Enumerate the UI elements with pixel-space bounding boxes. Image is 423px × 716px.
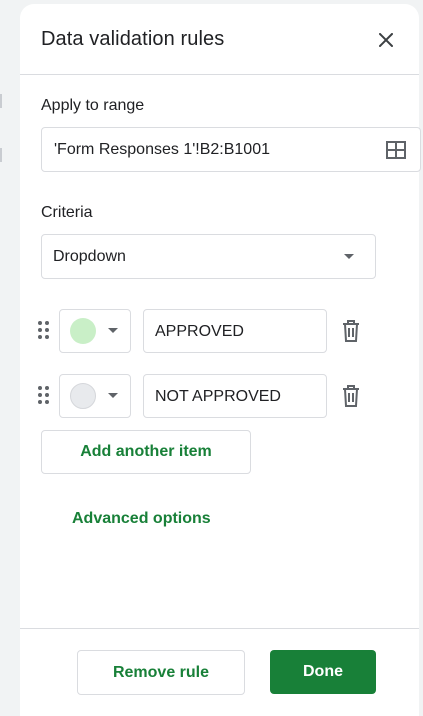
item-color-picker[interactable]: [59, 309, 131, 353]
item-value: NOT APPROVED: [155, 388, 281, 405]
drag-handle-icon[interactable]: [38, 386, 50, 406]
delete-item-icon[interactable]: [340, 319, 362, 343]
chevron-down-icon: [344, 254, 354, 259]
item-value: APPROVED: [155, 323, 244, 340]
criteria-dropdown[interactable]: Dropdown: [41, 234, 376, 279]
advanced-options-link[interactable]: Advanced options: [72, 510, 211, 528]
panel-header: Data validation rules: [20, 4, 419, 75]
color-swatch: [70, 318, 96, 344]
grid-select-icon[interactable]: [386, 141, 406, 159]
item-color-picker[interactable]: [59, 374, 131, 418]
add-another-item-button[interactable]: Add another item: [41, 430, 251, 474]
chevron-down-icon: [108, 328, 118, 333]
range-value: 'Form Responses 1'!B2:B1001: [54, 141, 270, 158]
criteria-label: Criteria: [41, 204, 93, 221]
footer-divider: [20, 628, 419, 629]
chevron-down-icon: [108, 393, 118, 398]
drag-handle-icon[interactable]: [38, 321, 50, 341]
criteria-value: Dropdown: [53, 248, 126, 265]
close-button[interactable]: [372, 26, 400, 54]
color-swatch: [70, 383, 96, 409]
item-value-input[interactable]: APPROVED: [143, 309, 327, 353]
apply-to-range-label: Apply to range: [41, 97, 145, 114]
panel-title: Data validation rules: [41, 28, 225, 50]
close-icon: [379, 33, 393, 47]
sheet-edge: [0, 0, 20, 716]
remove-rule-button[interactable]: Remove rule: [77, 650, 245, 695]
item-value-input[interactable]: NOT APPROVED: [143, 374, 327, 418]
delete-item-icon[interactable]: [340, 384, 362, 408]
done-button[interactable]: Done: [270, 650, 376, 694]
data-validation-panel: Data validation rules Apply to range 'Fo…: [20, 4, 421, 716]
range-input[interactable]: 'Form Responses 1'!B2:B1001: [41, 127, 421, 172]
